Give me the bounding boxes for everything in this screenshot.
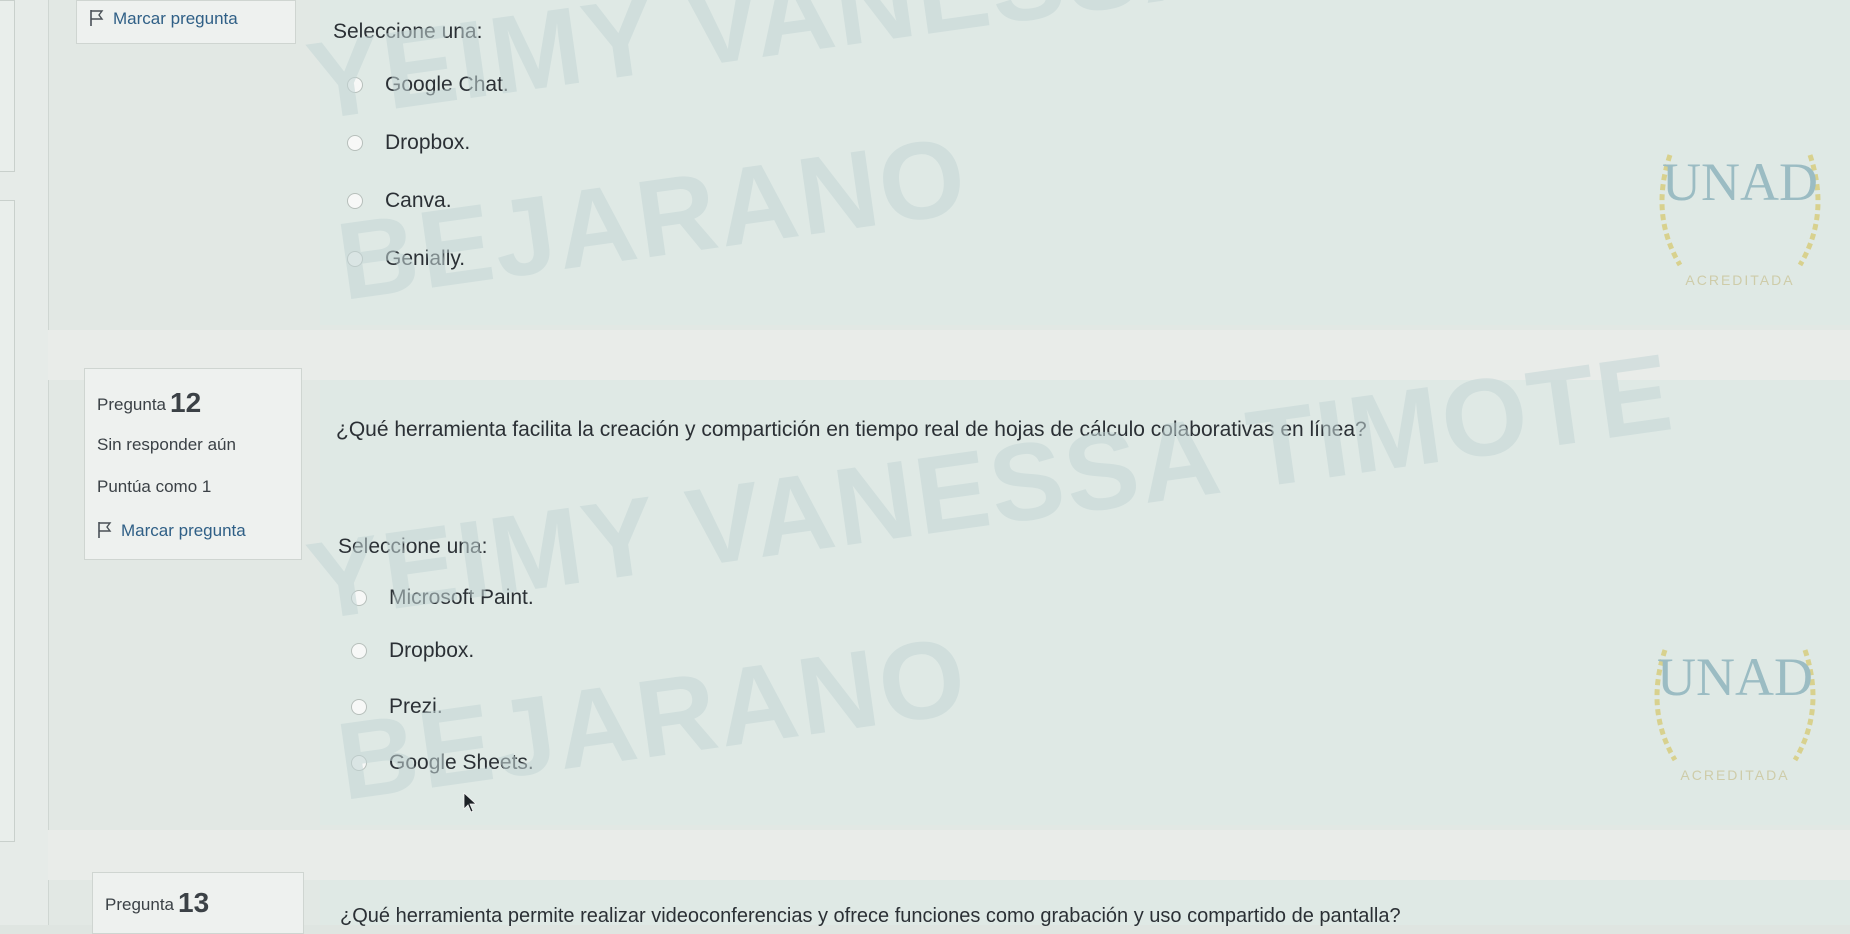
radio-button[interactable] — [347, 135, 363, 151]
question12-flag-label: Marcar pregunta — [121, 521, 246, 540]
option-label: Genially. — [385, 247, 466, 270]
question11-option-3[interactable]: Canva. — [347, 186, 452, 216]
question11-flag-label: Marcar pregunta — [113, 9, 238, 28]
question12-option-4[interactable]: Google Sheets. — [351, 748, 534, 778]
question11-option-1[interactable]: Google Chat. — [347, 70, 509, 100]
question11-option-2[interactable]: Dropbox. — [347, 128, 470, 158]
question12-text: ¿Qué herramienta facilita la creación y … — [336, 418, 1367, 441]
option-label: Google Chat. — [385, 73, 509, 96]
question12-formulation — [320, 380, 1850, 825]
gutter-tab-top — [0, 0, 15, 172]
question11-option-4[interactable]: Genially. — [347, 244, 465, 274]
question12-option-2[interactable]: Dropbox. — [351, 636, 474, 666]
question11-flag-link[interactable]: Marcar pregunta — [89, 9, 238, 29]
question12-option-1[interactable]: Microsoft Paint. — [351, 583, 534, 613]
question11-formulation — [320, 0, 1850, 325]
question12-info-box: Pregunta 12 Sin responder aún Puntúa como… — [84, 368, 302, 560]
radio-button[interactable] — [351, 590, 367, 606]
question12-label: Pregunta — [97, 395, 166, 414]
option-label: Canva. — [385, 189, 452, 212]
radio-button[interactable] — [347, 251, 363, 267]
question11-prompt: Seleccione una: — [333, 20, 483, 43]
flag-icon — [90, 10, 104, 26]
option-label: Prezi. — [389, 695, 443, 718]
radio-button[interactable] — [351, 643, 367, 659]
option-label: Microsoft Paint. — [389, 586, 534, 609]
radio-button[interactable] — [351, 699, 367, 715]
question13-number: 13 — [178, 887, 210, 918]
gutter-tab-bottom — [0, 200, 15, 842]
mouse-cursor-icon — [463, 792, 478, 813]
flag-icon — [98, 522, 112, 538]
question12-flag-link[interactable]: Marcar pregunta — [97, 521, 246, 541]
question12-status: Sin responder aún — [97, 435, 236, 454]
question-separator — [48, 830, 1850, 880]
radio-button[interactable] — [351, 755, 367, 771]
option-label: Dropbox. — [385, 131, 471, 154]
question12-prompt: Seleccione una: — [338, 535, 488, 558]
question12-number-row: Pregunta 12 — [97, 387, 201, 419]
question13-label: Pregunta — [105, 895, 174, 914]
question12-option-3[interactable]: Prezi. — [351, 692, 443, 722]
question12-points: Puntúa como 1 — [97, 477, 212, 496]
radio-button[interactable] — [347, 193, 363, 209]
question12-number: 12 — [170, 387, 202, 418]
question-separator — [48, 330, 1850, 380]
option-label: Dropbox. — [389, 639, 475, 662]
option-label: Google Sheets. — [389, 751, 534, 774]
radio-button[interactable] — [347, 77, 363, 93]
question13-number-row: Pregunta 13 — [105, 887, 209, 919]
question11-info-box: Marcar pregunta — [76, 0, 296, 44]
